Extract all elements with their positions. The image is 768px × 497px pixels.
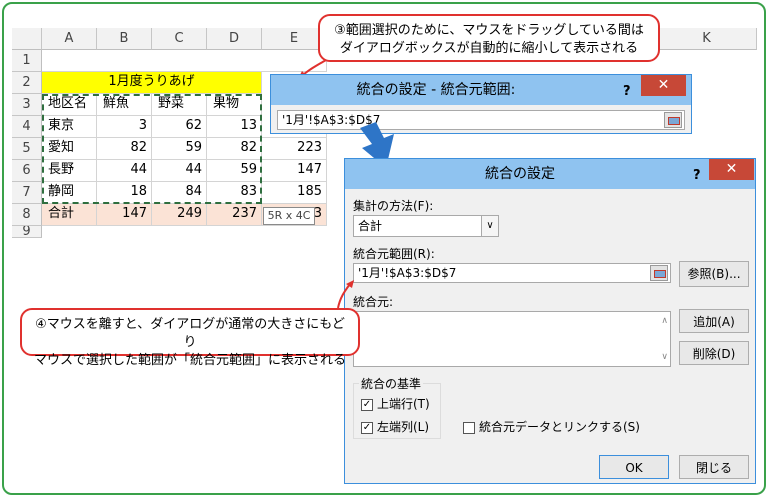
col-header-c[interactable]: C [152,28,207,50]
all-references-list[interactable]: ∧ ∨ [353,311,671,367]
row-header-5[interactable]: 5 [12,138,42,160]
illustration-frame: A B C D E K 1 2 3 4 5 6 7 8 9 1月度うりあげ 地区… [2,2,766,495]
scroll-down-icon[interactable]: ∨ [661,348,668,366]
callout-step-3-line1: ③範囲選択のために、マウスをドラッグしている間は [334,23,644,38]
checkbox-checked-icon[interactable]: ✓ [361,398,373,411]
row-header-3[interactable]: 3 [12,94,42,116]
cell-total[interactable]: 147 [262,160,327,182]
callout-step-4-line1: ④マウスを離すと、ダイアログが通常の大きさにもどり [35,317,345,350]
row-header-4[interactable]: 4 [12,116,42,138]
function-label: 集計の方法(F): [353,199,434,213]
cell-total[interactable]: 185 [262,182,327,204]
chevron-down-icon[interactable]: ∨ [481,216,498,236]
row-header-1[interactable]: 1 [12,50,42,72]
consolidate-dialog-title: 統合の設定 [485,166,555,182]
select-all-corner[interactable] [12,28,42,50]
help-icon[interactable]: ? [693,161,701,191]
left-column-label: 左端列(L) [377,420,430,434]
selection-size-tooltip: 5R x 4C [263,207,315,225]
delete-button[interactable]: 削除(D) [679,341,749,365]
collapsed-dialog-titlebar: 統合の設定 - 統合元範囲: ? ✕ [271,75,691,105]
row-header-8[interactable]: 8 [12,204,42,226]
link-source-label: 統合元データとリンクする(S) [479,420,640,434]
scroll-up-icon[interactable]: ∧ [661,312,668,330]
row-header-9[interactable]: 9 [12,226,42,238]
row1-blank[interactable] [42,50,327,72]
expand-dialog-icon[interactable] [664,112,682,128]
callout-step-3: ③範囲選択のために、マウスをドラッグしている間は ダイアログボックスが自動的に縮… [318,14,660,62]
browse-button[interactable]: 参照(B)... [679,261,749,287]
close-button[interactable]: 閉じる [679,455,749,479]
collapsed-reference-input[interactable]: '1月'!$A$3:$D$7 [277,110,685,130]
row-header-7[interactable]: 7 [12,182,42,204]
row-header-2[interactable]: 2 [12,72,42,94]
consolidate-dialog: 統合の設定 ? ✕ 集計の方法(F): 合計 ∨ 統合元範囲(R): '1月'!… [344,158,756,484]
close-icon[interactable]: ✕ [709,159,754,180]
ok-button[interactable]: OK [599,455,669,479]
col-header-a[interactable]: A [42,28,97,50]
sum-veg[interactable]: 249 [152,204,207,226]
left-column-option[interactable]: ✓ 左端列(L) [361,418,429,435]
sheet-title-cell[interactable]: 1月度うりあげ [42,72,262,94]
sum-fruit[interactable]: 237 [207,204,262,226]
checkbox-checked-icon[interactable]: ✓ [361,421,373,434]
use-labels-group-title: 統合の基準 [359,375,424,392]
consolidate-dialog-titlebar: 統合の設定 ? ✕ [345,159,755,189]
callout-step-4-pointer [337,280,354,309]
callout-step-3-line2: ダイアログボックスが自動的に縮小して表示される [339,41,639,56]
function-select[interactable]: 合計 ∨ [353,215,499,237]
col-header-b[interactable]: B [97,28,152,50]
cell-total[interactable]: 223 [262,138,327,160]
link-source-option[interactable]: 統合元データとリンクする(S) [463,418,640,435]
reference-value: '1月'!$A$3:$D$7 [358,266,457,280]
function-select-value: 合計 [358,219,383,233]
col-header-k[interactable]: K [657,28,757,50]
callout-step-4-line2: マウスで選択した範囲が「統合元範囲」に表示される [34,353,347,368]
col-header-d[interactable]: D [207,28,262,50]
collapsed-dialog-title: 統合の設定 - 統合元範囲: [356,82,516,98]
sum-fish[interactable]: 147 [97,204,152,226]
top-row-option[interactable]: ✓ 上端行(T) [361,395,430,412]
collapsed-dialog: 統合の設定 - 統合元範囲: ? ✕ '1月'!$A$3:$D$7 [270,74,692,134]
reference-input[interactable]: '1月'!$A$3:$D$7 [353,263,671,283]
add-button[interactable]: 追加(A) [679,309,749,333]
callout-step-4: ④マウスを離すと、ダイアログが通常の大きさにもどり マウスで選択した範囲が「統合… [20,308,360,368]
checkbox-unchecked-icon[interactable] [463,421,475,434]
selection-marquee [42,94,262,204]
top-row-label: 上端行(T) [377,397,430,411]
collapse-dialog-icon[interactable] [650,265,668,281]
reference-label: 統合元範囲(R): [353,247,435,261]
row-header-6[interactable]: 6 [12,160,42,182]
help-icon[interactable]: ? [623,77,631,107]
sum-label-cell[interactable]: 合計 [42,204,97,226]
close-icon[interactable]: ✕ [641,75,686,96]
